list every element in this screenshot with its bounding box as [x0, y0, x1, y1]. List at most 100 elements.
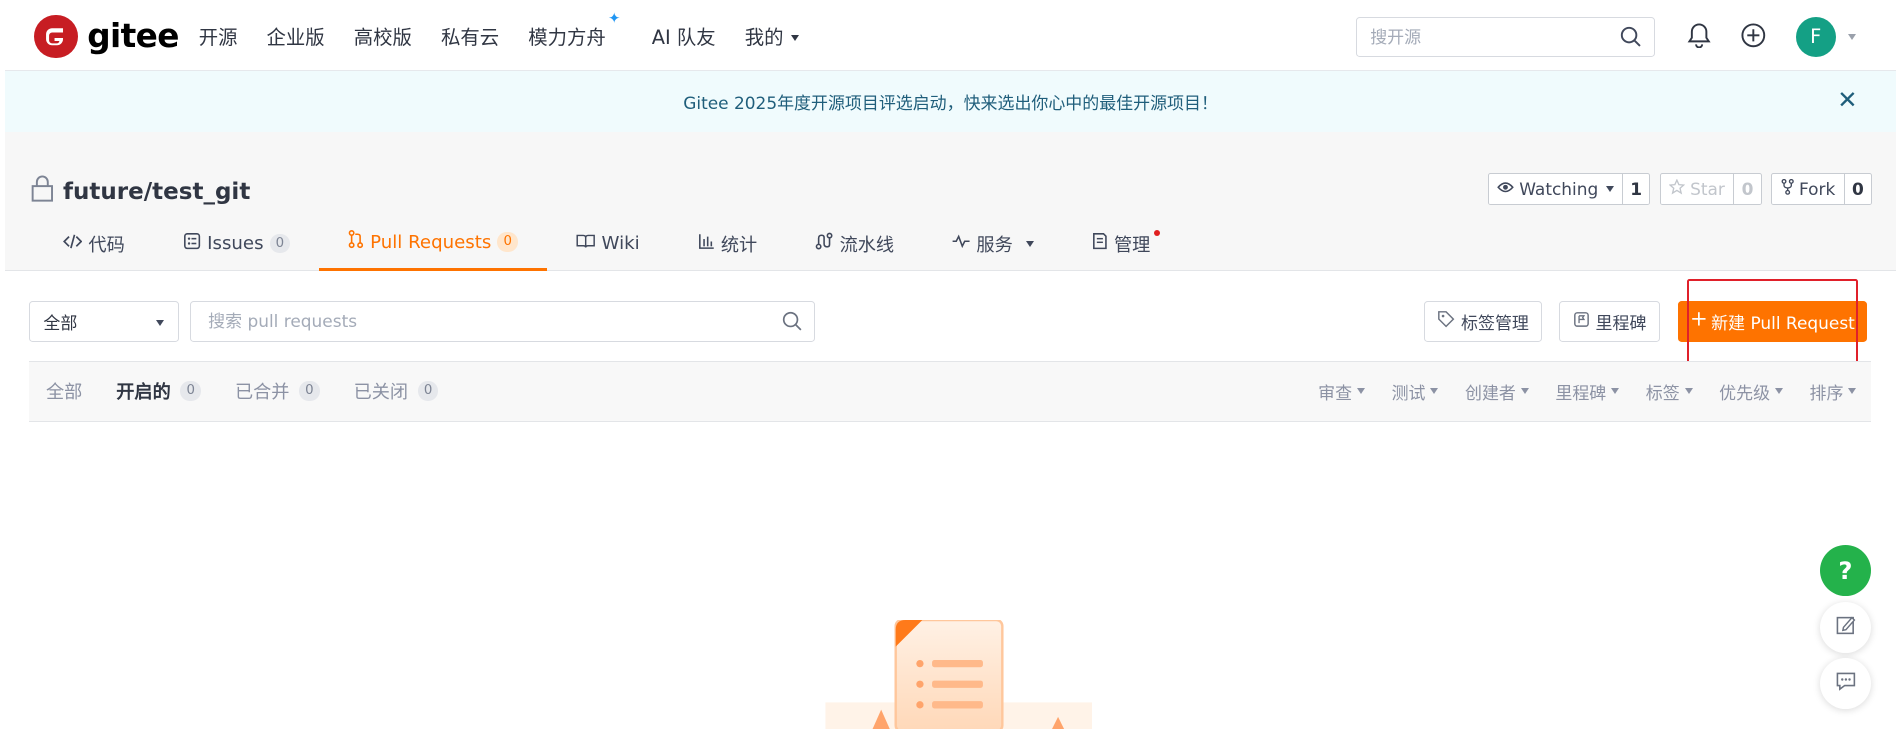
eye-icon	[1497, 179, 1515, 199]
lock-icon	[29, 174, 56, 208]
nav-item-moli-fangzhou-label: 模力方舟	[528, 25, 606, 49]
filter-label-label: 标签	[1645, 382, 1680, 403]
chevron-down-icon	[155, 319, 164, 326]
filter-milestone[interactable]: 里程碑	[1555, 379, 1620, 404]
pull-request-icon	[348, 230, 364, 253]
filter-review[interactable]: 审查	[1318, 379, 1365, 404]
main-nav: 开源 企业版 高校版 私有云 模力方舟 ✦ AI 队友 我的	[199, 0, 828, 71]
state-merged[interactable]: 已合并 0	[235, 378, 320, 404]
state-open-label: 开启的	[116, 382, 171, 404]
fork-button[interactable]: Fork	[1772, 174, 1843, 204]
tab-pipeline-label: 流水线	[839, 234, 895, 256]
help-button[interactable]: ?	[1819, 545, 1871, 597]
tab-pull-requests[interactable]: Pull Requests 0	[319, 216, 548, 272]
tag-manage-button[interactable]: 标签管理	[1423, 300, 1542, 342]
pr-scope-select-value: 全部	[43, 312, 78, 333]
fork-group: Fork 0	[1771, 173, 1873, 205]
pr-search-input[interactable]	[191, 301, 761, 341]
chevron-down-icon	[790, 35, 799, 42]
star-button[interactable]: Star	[1661, 174, 1733, 204]
tag-icon	[1437, 310, 1455, 332]
new-pull-request-button[interactable]: 新建 Pull Request	[1678, 300, 1868, 342]
state-open[interactable]: 开启的 0	[116, 378, 202, 404]
milestone-label: 里程碑	[1595, 312, 1647, 333]
fork-count[interactable]: 0	[1843, 174, 1871, 204]
state-open-count: 0	[180, 381, 202, 401]
user-avatar[interactable]: F	[1795, 16, 1836, 57]
feedback-button[interactable]	[1819, 602, 1871, 654]
settings-doc-icon	[1092, 232, 1108, 255]
filter-test-label: 测试	[1391, 382, 1426, 403]
banner-link[interactable]: Gitee 2025年度开源项目评选启动，快来选出你心中的最佳开源项目！	[683, 89, 1218, 114]
filter-author[interactable]: 创建者	[1465, 379, 1529, 404]
create-plus-icon[interactable]	[1740, 22, 1767, 54]
filter-label[interactable]: 标签	[1646, 379, 1693, 404]
global-search-input[interactable]	[1356, 17, 1612, 56]
nav-item-education[interactable]: 高校版	[354, 22, 412, 50]
logo-text: gitee	[87, 17, 179, 56]
nav-item-enterprise[interactable]: 企业版	[267, 22, 325, 50]
repo-actions: Watching 1 Star 0 Fork 0	[1487, 173, 1873, 205]
filter-author-label: 创建者	[1465, 382, 1516, 403]
tab-wiki[interactable]: Wiki	[547, 216, 669, 272]
chevron-down-icon	[1848, 388, 1857, 395]
chat-icon	[1835, 671, 1857, 695]
tab-code[interactable]: 代码	[34, 216, 154, 272]
state-all-label: 全部	[46, 382, 83, 404]
pipeline-icon	[815, 232, 833, 255]
search-icon[interactable]	[1620, 26, 1642, 53]
tab-issues[interactable]: Issues 0	[154, 216, 319, 272]
tab-manage-label: 管理	[1114, 234, 1151, 256]
filter-test[interactable]: 测试	[1392, 379, 1439, 404]
filter-priority[interactable]: 优先级	[1719, 379, 1783, 404]
state-merged-count: 0	[299, 381, 320, 401]
state-closed-count: 0	[417, 381, 439, 401]
state-closed[interactable]: 已关闭 0	[354, 378, 439, 404]
tab-stats[interactable]: 统计	[669, 216, 786, 272]
milestone-icon	[1573, 311, 1590, 332]
nav-item-ai-teammate[interactable]: AI 队友	[652, 22, 716, 50]
new-pull-request-label: 新建 Pull Request	[1711, 312, 1855, 333]
nav-item-open-source[interactable]: 开源	[199, 22, 238, 50]
avatar-chevron-down-icon[interactable]	[1847, 33, 1856, 40]
watch-label: Watching	[1519, 179, 1599, 199]
state-all[interactable]: 全部	[46, 378, 82, 404]
nav-item-moli-fangzhou[interactable]: 模力方舟 ✦	[528, 11, 620, 50]
nav-item-private-cloud[interactable]: 私有云	[441, 22, 499, 50]
tab-services[interactable]: 服务	[923, 216, 1063, 272]
notification-bell-icon[interactable]	[1687, 22, 1711, 54]
empty-state	[29, 421, 1871, 729]
tab-manage[interactable]: 管理	[1063, 216, 1179, 272]
sparkle-icon: ✦	[608, 10, 621, 27]
repo-name[interactable]: future/test_git	[63, 179, 250, 205]
pr-state-tabs: 全部 开启的 0 已合并 0 已关闭 0	[46, 362, 439, 420]
tab-pipeline[interactable]: 流水线	[786, 216, 923, 272]
top-navbar: gitee 开源 企业版 高校版 私有云 模力方舟✦ AI 队友 我的 F	[4, 0, 1897, 72]
filter-sort[interactable]: 排序	[1810, 379, 1857, 404]
chevron-down-icon	[1026, 240, 1035, 247]
tab-code-label: 代码	[88, 234, 125, 256]
tab-pull-requests-badge: 0	[497, 232, 518, 252]
nav-item-mine[interactable]: 我的	[745, 22, 799, 50]
repo-header: future/test_git Watching 1 Star 0 Fork 0…	[4, 132, 1897, 272]
search-icon[interactable]	[782, 311, 803, 337]
pr-scope-select[interactable]: 全部	[29, 300, 180, 342]
gitee-logo[interactable]: gitee	[33, 14, 179, 59]
filter-milestone-label: 里程碑	[1555, 382, 1607, 403]
milestone-button[interactable]: 里程碑	[1559, 300, 1660, 342]
announcement-banner: Gitee 2025年度开源项目评选启动，快来选出你心中的最佳开源项目！ ✕	[4, 71, 1897, 133]
tag-manage-label: 标签管理	[1461, 312, 1529, 333]
state-closed-label: 已关闭	[353, 382, 409, 404]
book-icon	[576, 233, 596, 254]
chat-button[interactable]	[1819, 657, 1871, 709]
fork-label: Fork	[1798, 179, 1836, 199]
watch-button[interactable]: Watching	[1489, 174, 1622, 204]
close-icon[interactable]: ✕	[1837, 88, 1857, 112]
star-label: Star	[1690, 179, 1725, 199]
chevron-down-icon	[1430, 388, 1439, 395]
global-search	[1355, 16, 1656, 57]
tab-issues-badge: 0	[269, 233, 291, 254]
star-count[interactable]: 0	[1733, 174, 1760, 204]
chevron-down-icon	[1611, 388, 1620, 395]
watch-count[interactable]: 1	[1621, 174, 1649, 204]
